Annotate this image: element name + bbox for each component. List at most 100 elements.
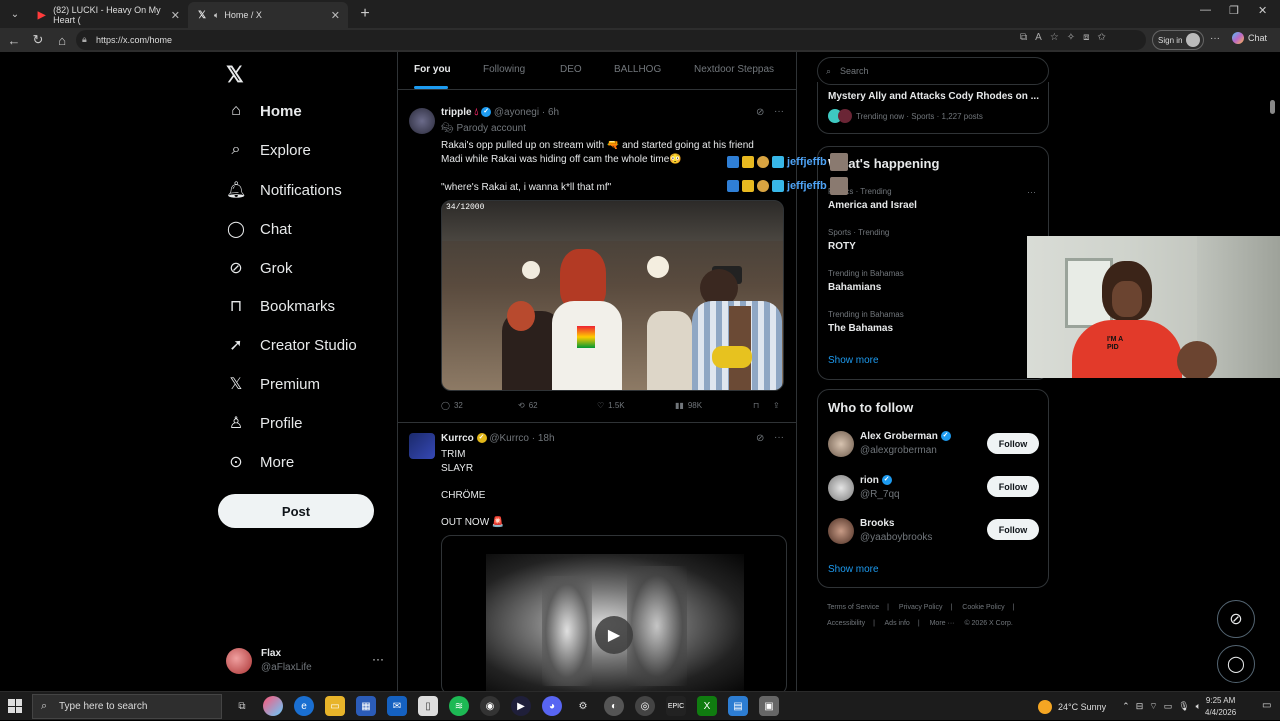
nav-item-bookmarks[interactable]: ⊓ Bookmarks	[226, 296, 335, 316]
extensions-icon[interactable]: ✧	[1067, 32, 1075, 43]
chevron-up-icon[interactable]: ⌃	[1122, 701, 1130, 712]
split-screen-icon[interactable]: ⧈	[1083, 32, 1089, 43]
wifi-icon[interactable]: ⌔	[1149, 701, 1157, 712]
refresh-icon[interactable]: ↻	[26, 28, 50, 52]
grok-icon[interactable]: ⊘	[756, 107, 764, 118]
footer-link[interactable]: Cookie Policy	[962, 604, 1004, 611]
tab-for-you[interactable]: For you	[414, 64, 451, 75]
repost-button[interactable]: ⟲ 62	[518, 401, 538, 410]
tab-nextdoor-steppas[interactable]: Nextdoor Steppas	[694, 64, 774, 75]
network-icon[interactable]: ⊟	[1136, 701, 1144, 712]
footer-link[interactable]: Privacy Policy	[899, 604, 943, 611]
taskbar-search-input[interactable]: ⌕ Type here to search	[32, 694, 222, 719]
app-available-icon[interactable]: ⧉	[1020, 32, 1027, 43]
bookmark-button[interactable]: ⊓	[753, 401, 759, 410]
footer-link[interactable]: Ads info	[885, 620, 910, 627]
nav-item-grok[interactable]: ⊘ Grok	[226, 258, 292, 278]
app-icon[interactable]: ◎	[635, 696, 655, 716]
footer-link[interactable]: More ···	[930, 620, 955, 627]
nav-item-notifications[interactable]: 🔔︎ Notifications	[226, 180, 342, 200]
grok-icon[interactable]: ⊘	[756, 433, 764, 444]
like-button[interactable]: ♡ 1.5K	[597, 401, 625, 410]
spotify-icon[interactable]: ≋	[449, 696, 469, 716]
trend-item[interactable]: The Bahamas	[828, 323, 893, 334]
app-icon[interactable]: ◐	[604, 696, 624, 716]
nav-item-more[interactable]: ⊙ More	[226, 452, 294, 472]
epic-games-icon[interactable]: EPIC	[666, 696, 686, 716]
nav-item-profile[interactable]: ♙ Profile	[226, 413, 303, 433]
back-icon[interactable]: ←	[2, 28, 26, 52]
speaker-icon[interactable]: 🔈︎	[1196, 701, 1201, 712]
tweet[interactable]: Kurrco ✓ @Kurrco · 18h ⊘ ··· TRIM SLAYR …	[398, 423, 796, 691]
browser-tab-youtube[interactable]: ▶ (82) LUCKI - Heavy On My Heart ( ✕	[28, 2, 188, 28]
sign-in-button[interactable]: Sign in	[1152, 30, 1204, 50]
suggestion-name-text[interactable]: rion	[860, 475, 879, 486]
file-explorer-icon[interactable]: ▭	[325, 696, 345, 716]
home-button-icon[interactable]: ⌂	[50, 28, 74, 52]
tweet[interactable]: tripple 💧︎ ✓ @ayonegi · 6h 🎭︎ Parody acc…	[398, 98, 796, 423]
copilot-chat-button[interactable]: Chat	[1232, 32, 1267, 44]
chat-float-button[interactable]: ◯	[1217, 645, 1255, 683]
x-logo-icon[interactable]: 𝕏	[226, 62, 244, 88]
browser-tab-x[interactable]: 𝕏 🔈︎ Home / X ✕	[188, 2, 348, 28]
favorites-icon[interactable]: ✩	[1098, 32, 1106, 43]
weather-text[interactable]: 24°C Sunny	[1058, 702, 1106, 712]
tab-deo[interactable]: DEO	[560, 64, 582, 75]
avatar[interactable]	[409, 433, 435, 459]
share-button[interactable]: ⇪	[773, 401, 780, 410]
suggestion-name[interactable]: Brooks	[860, 518, 894, 529]
show-more-link[interactable]: Show more	[828, 564, 879, 575]
grok-float-button[interactable]: ⊘	[1217, 600, 1255, 638]
discord-icon[interactable]: ◕	[542, 696, 562, 716]
search-input[interactable]: ⌕ Search	[817, 57, 1049, 85]
nav-item-explore[interactable]: ⌕ Explore	[226, 141, 311, 159]
tweet-time[interactable]: 18h	[538, 433, 555, 444]
follow-button[interactable]: Follow	[987, 519, 1039, 540]
avatar[interactable]	[828, 431, 854, 457]
tweet-video[interactable]: 34/12000	[441, 200, 784, 391]
new-tab-button[interactable]: +	[354, 3, 376, 25]
favorite-star-icon[interactable]: ☆	[1050, 32, 1059, 43]
taskbar-clock[interactable]: 9:25 AM 4/4/2026	[1205, 695, 1236, 719]
settings-gear-icon[interactable]: ⚙	[573, 696, 593, 716]
nav-item-home[interactable]: ⌂ Home	[226, 102, 302, 120]
xbox-icon[interactable]: X	[697, 696, 717, 716]
mail-icon[interactable]: ✉	[387, 696, 407, 716]
close-tab-icon[interactable]: ✕	[331, 9, 340, 22]
trend-headline[interactable]: Mystery Ally and Attacks Cody Rhodes on …	[828, 91, 1039, 102]
close-tab-icon[interactable]: ✕	[171, 9, 180, 22]
trend-item[interactable]: Bahamians	[828, 282, 881, 293]
footer-link[interactable]: Accessibility	[827, 620, 865, 627]
copilot-icon[interactable]	[263, 696, 283, 716]
browser-menu-icon[interactable]: ···	[1210, 33, 1220, 44]
avatar[interactable]	[828, 475, 854, 501]
trend-item[interactable]: America and Israel	[828, 200, 917, 211]
nav-item-chat[interactable]: ◯ Chat	[226, 219, 292, 239]
author-name[interactable]: tripple	[441, 107, 472, 118]
tab-ballhog[interactable]: BALLHOG	[614, 64, 661, 75]
tab-following[interactable]: Following	[483, 64, 525, 75]
avatar[interactable]	[409, 108, 435, 134]
follow-button[interactable]: Follow	[987, 476, 1039, 497]
reply-button[interactable]: ◯ 32	[441, 401, 463, 410]
app-icon[interactable]: ▣	[759, 696, 779, 716]
follow-button[interactable]: Follow	[987, 433, 1039, 454]
edge-icon[interactable]: e	[294, 696, 314, 716]
minimize-icon[interactable]: —	[1200, 4, 1211, 16]
window-close-icon[interactable]: ✕	[1258, 4, 1267, 17]
post-button[interactable]: Post	[218, 494, 374, 528]
more-dots-icon[interactable]: ···	[774, 106, 784, 117]
app-icon[interactable]: ▶	[511, 696, 531, 716]
nav-item-creator-studio[interactable]: ➚ Creator Studio	[226, 335, 356, 355]
read-aloud-icon[interactable]: A	[1035, 32, 1042, 43]
store-icon[interactable]: ▦	[356, 696, 376, 716]
more-dots-icon[interactable]: ···	[774, 432, 784, 443]
tab-actions-menu-icon[interactable]: ⌄	[2, 3, 28, 25]
notification-icon[interactable]: ▭	[1262, 700, 1271, 711]
tweet-time[interactable]: 6h	[548, 107, 559, 118]
suggestion-name-text[interactable]: Alex Groberman	[860, 431, 938, 442]
address-bar[interactable]: 🔒︎ https://x.com/home	[76, 30, 1146, 50]
obs-icon[interactable]: ◉	[480, 696, 500, 716]
task-view-icon[interactable]: ⧉	[232, 696, 252, 716]
more-dots-icon[interactable]: ···	[1027, 187, 1036, 197]
